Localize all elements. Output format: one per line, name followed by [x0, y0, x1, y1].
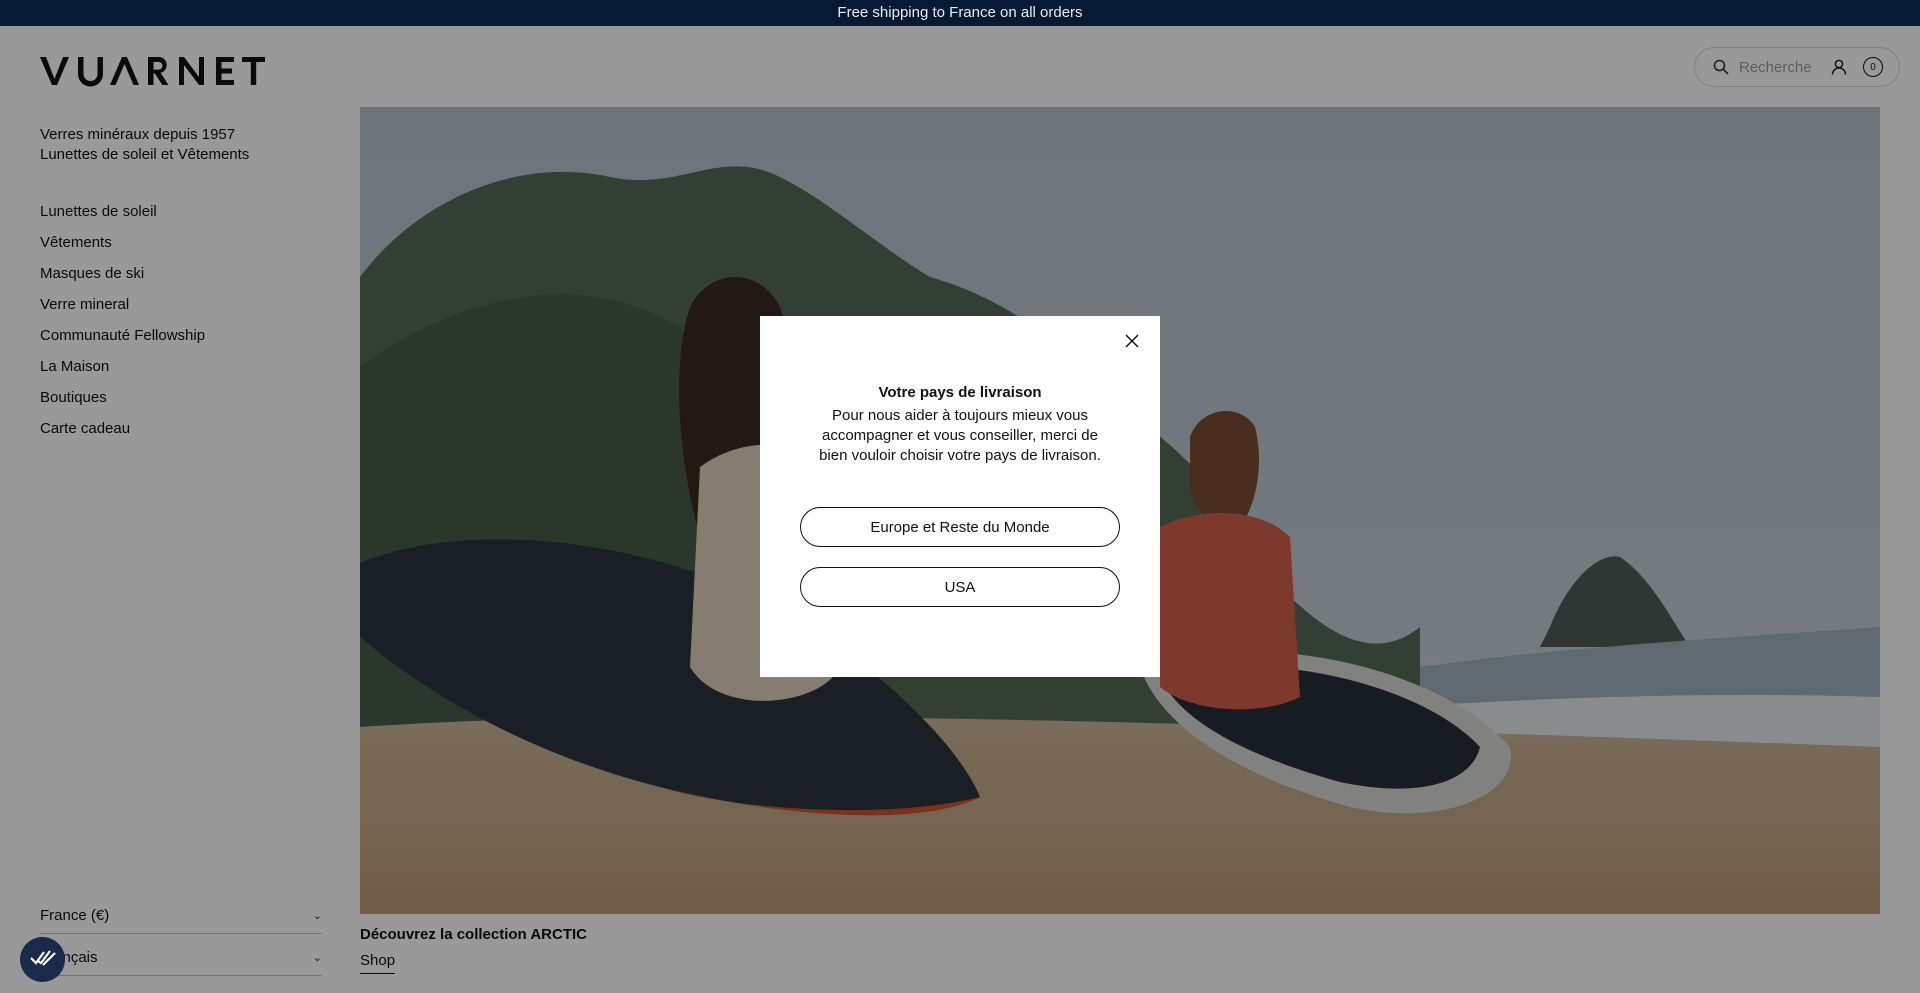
announcement-bar: Free shipping to France on all orders: [0, 0, 1920, 26]
europe-rest-of-world-button[interactable]: Europe et Reste du Monde: [800, 507, 1120, 547]
delivery-country-modal: Votre pays de livraison Pour nous aider …: [760, 316, 1160, 677]
usa-button[interactable]: USA: [800, 567, 1120, 607]
announcement-text: Free shipping to France on all orders: [837, 4, 1083, 21]
cookie-consent-button[interactable]: [20, 937, 65, 982]
close-icon[interactable]: [1124, 333, 1140, 349]
modal-title: Votre pays de livraison: [878, 384, 1042, 401]
cookie-consent-icon: [29, 946, 57, 973]
modal-body: Pour nous aider à toujours mieux vous ac…: [819, 407, 1101, 464]
